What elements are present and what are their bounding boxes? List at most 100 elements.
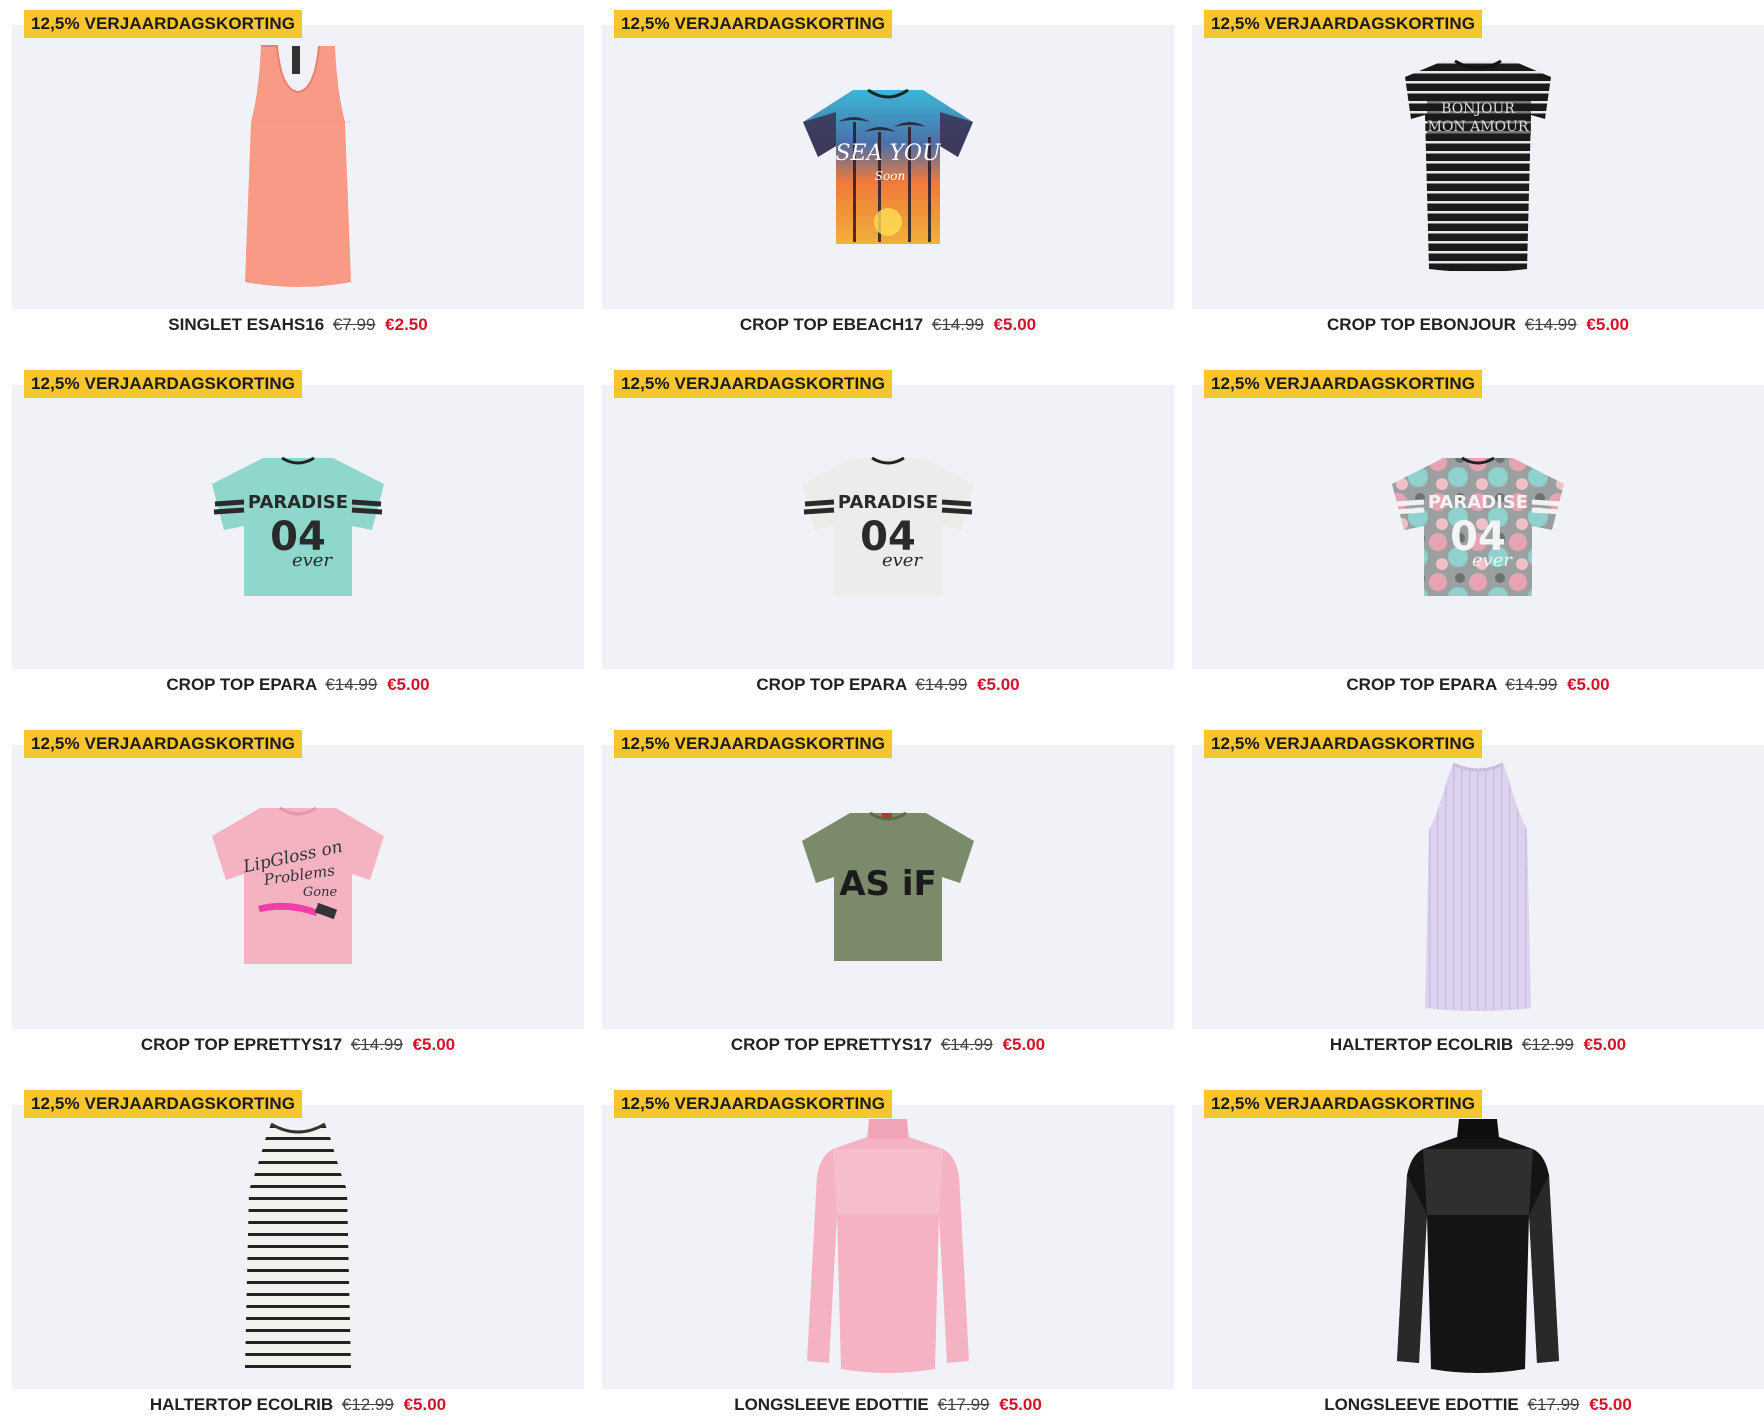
- striped-haltertop-image: [245, 1122, 351, 1371]
- product-name[interactable]: SINGLET ESAHS16: [168, 315, 324, 334]
- sale-price: €5.00: [1586, 315, 1629, 334]
- discount-badge: 12,5% VERJAARDAGSKORTING: [24, 1090, 303, 1118]
- white-paradise-crop-top-image: PARADISE 04 ever: [802, 456, 974, 596]
- product-image[interactable]: [12, 25, 584, 309]
- product-card[interactable]: 12,5% VERJAARDAGSKORTING BONJOUR MON AMO…: [1192, 0, 1764, 360]
- product-card[interactable]: 12,5% VERJAARDAGSKORTING LipGloss on Pro…: [12, 720, 584, 1080]
- sale-price: €5.00: [993, 315, 1037, 334]
- print-text: ever: [1472, 550, 1513, 571]
- product-card[interactable]: 12,5% VERJAARDAGSKORTING HALTERTOP ECOLR…: [1192, 720, 1764, 1080]
- product-image[interactable]: PARADISE 04 ever: [12, 385, 584, 669]
- product-name[interactable]: CROP TOP EPRETTYS17: [141, 1035, 342, 1054]
- sale-price: €5.00: [1002, 1035, 1046, 1054]
- product-image[interactable]: PARADISE 04 ever: [1192, 385, 1764, 669]
- sale-price: €5.00: [387, 675, 430, 694]
- sale-price: €5.00: [403, 1395, 447, 1414]
- green-as-if-crop-top-image: AS iF: [802, 811, 974, 961]
- discount-badge: 12,5% VERJAARDAGSKORTING: [24, 10, 303, 38]
- discount-badge: 12,5% VERJAARDAGSKORTING: [1204, 370, 1483, 398]
- product-caption: SINGLET ESAHS16 €7.99 €2.50: [12, 312, 584, 338]
- product-name[interactable]: CROP TOP EPARA: [166, 675, 316, 694]
- product-card[interactable]: 12,5% VERJAARDAGSKORTING SINGLET ESAHS16…: [12, 0, 584, 360]
- print-text: SEA YOU: [835, 141, 942, 166]
- old-price: €14.99: [1505, 675, 1558, 694]
- print-text: MON AMOUR: [1428, 119, 1529, 135]
- product-card[interactable]: 12,5% VERJAARDAGSKORTING LONGSLEEVE EDOT…: [602, 1080, 1174, 1422]
- discount-badge: 12,5% VERJAARDAGSKORTING: [24, 730, 303, 758]
- old-price: €14.99: [931, 315, 984, 334]
- product-caption: LONGSLEEVE EDOTTIE €17.99 €5.00: [1192, 1392, 1764, 1418]
- product-caption: CROP TOP EPRETTYS17 €14.99 €5.00: [12, 1032, 584, 1058]
- print-text: PARADISE: [248, 492, 348, 513]
- striped-bonjour-top-image: BONJOUR MON AMOUR: [1405, 59, 1551, 272]
- discount-badge: 12,5% VERJAARDAGSKORTING: [1204, 10, 1483, 38]
- sale-price: €2.50: [385, 315, 428, 334]
- product-image[interactable]: [602, 1105, 1174, 1389]
- product-card[interactable]: 12,5% VERJAARDAGSKORTING PARADISE 04 eve…: [602, 360, 1174, 720]
- product-name[interactable]: HALTERTOP ECOLRIB: [1330, 1035, 1513, 1054]
- product-name[interactable]: CROP TOP EPRETTYS17: [731, 1035, 932, 1054]
- print-text: Gone: [303, 885, 338, 900]
- product-image[interactable]: SEA YOU Soon: [602, 25, 1174, 309]
- discount-badge: 12,5% VERJAARDAGSKORTING: [614, 370, 893, 398]
- product-image[interactable]: AS iF: [602, 745, 1174, 1029]
- black-longsleeve-image: [1397, 1119, 1559, 1373]
- print-text: AS iF: [839, 864, 937, 904]
- product-caption: CROP TOP EBONJOUR €14.99 €5.00: [1192, 312, 1764, 338]
- sale-price: €5.00: [1583, 1035, 1627, 1054]
- old-price: €14.99: [915, 675, 968, 694]
- old-price: €14.99: [325, 675, 378, 694]
- product-caption: HALTERTOP ECOLRIB €12.99 €5.00: [12, 1392, 584, 1418]
- product-image[interactable]: [1192, 745, 1764, 1029]
- product-card[interactable]: 12,5% VERJAARDAGSKORTING PARADISE 04 eve…: [12, 360, 584, 720]
- product-name[interactable]: LONGSLEEVE EDOTTIE: [1324, 1395, 1519, 1414]
- product-caption: CROP TOP EPARA €14.99 €5.00: [602, 672, 1174, 698]
- print-text: PARADISE: [838, 492, 938, 513]
- print-text: ever: [882, 550, 923, 571]
- product-name[interactable]: CROP TOP EBONJOUR: [1327, 315, 1516, 334]
- floral-paradise-crop-top-image: PARADISE 04 ever: [1392, 456, 1564, 596]
- print-text: Soon: [875, 169, 905, 183]
- product-image[interactable]: PARADISE 04 ever: [602, 385, 1174, 669]
- product-caption: LONGSLEEVE EDOTTIE €17.99 €5.00: [602, 1392, 1174, 1418]
- product-card[interactable]: 12,5% VERJAARDAGSKORTING SEA YOU Soon CR…: [602, 0, 1174, 360]
- sunset-palm-crop-top-image: SEA YOU Soon: [803, 88, 973, 244]
- discount-badge: 12,5% VERJAARDAGSKORTING: [614, 10, 893, 38]
- product-grid: 12,5% VERJAARDAGSKORTING SINGLET ESAHS16…: [0, 0, 1764, 1422]
- old-price: €12.99: [1521, 1035, 1574, 1054]
- old-price: €14.99: [940, 1035, 993, 1054]
- discount-badge: 12,5% VERJAARDAGSKORTING: [1204, 1090, 1483, 1118]
- pink-longsleeve-image: [807, 1119, 969, 1373]
- product-image[interactable]: [1192, 1105, 1764, 1389]
- product-name[interactable]: CROP TOP EBEACH17: [740, 315, 923, 334]
- mint-paradise-crop-top-image: PARADISE 04 ever: [212, 456, 384, 596]
- product-caption: HALTERTOP ECOLRIB €12.99 €5.00: [1192, 1032, 1764, 1058]
- product-caption: CROP TOP EBEACH17 €14.99 €5.00: [602, 312, 1174, 338]
- product-caption: CROP TOP EPRETTYS17 €14.99 €5.00: [602, 1032, 1174, 1058]
- old-price: €14.99: [1524, 315, 1577, 334]
- sale-price: €5.00: [412, 1035, 456, 1054]
- product-card[interactable]: 12,5% VERJAARDAGSKORTING LONGSLEEVE EDOT…: [1192, 1080, 1764, 1422]
- sale-price: €5.00: [1589, 1395, 1632, 1414]
- product-name[interactable]: CROP TOP EPARA: [1346, 675, 1496, 694]
- sale-price: €5.00: [1567, 675, 1610, 694]
- discount-badge: 12,5% VERJAARDAGSKORTING: [1204, 730, 1483, 758]
- product-image[interactable]: BONJOUR MON AMOUR: [1192, 25, 1764, 309]
- print-text: BONJOUR: [1441, 101, 1515, 117]
- old-price: €17.99: [937, 1395, 990, 1414]
- coral-singlet-image: [245, 45, 351, 287]
- print-text: PARADISE: [1428, 492, 1528, 513]
- product-name[interactable]: LONGSLEEVE EDOTTIE: [734, 1395, 929, 1414]
- discount-badge: 12,5% VERJAARDAGSKORTING: [24, 370, 303, 398]
- product-name[interactable]: HALTERTOP ECOLRIB: [150, 1395, 333, 1414]
- product-caption: CROP TOP EPARA €14.99 €5.00: [1192, 672, 1764, 698]
- product-name[interactable]: CROP TOP EPARA: [756, 675, 906, 694]
- product-card[interactable]: 12,5% VERJAARDAGSKORTING AS iF CROP TOP …: [602, 720, 1174, 1080]
- product-card[interactable]: 12,5% VERJAARDAGSKORTING HALTERTOP ECOLR…: [12, 1080, 584, 1422]
- old-price: €14.99: [350, 1035, 403, 1054]
- old-price: €7.99: [332, 315, 376, 334]
- product-card[interactable]: 12,5% VERJAARDAGSKORTING PARADISE 04 eve…: [1192, 360, 1764, 720]
- print-text: ever: [292, 550, 333, 571]
- product-image[interactable]: [12, 1105, 584, 1389]
- product-image[interactable]: LipGloss on Problems Gone: [12, 745, 584, 1029]
